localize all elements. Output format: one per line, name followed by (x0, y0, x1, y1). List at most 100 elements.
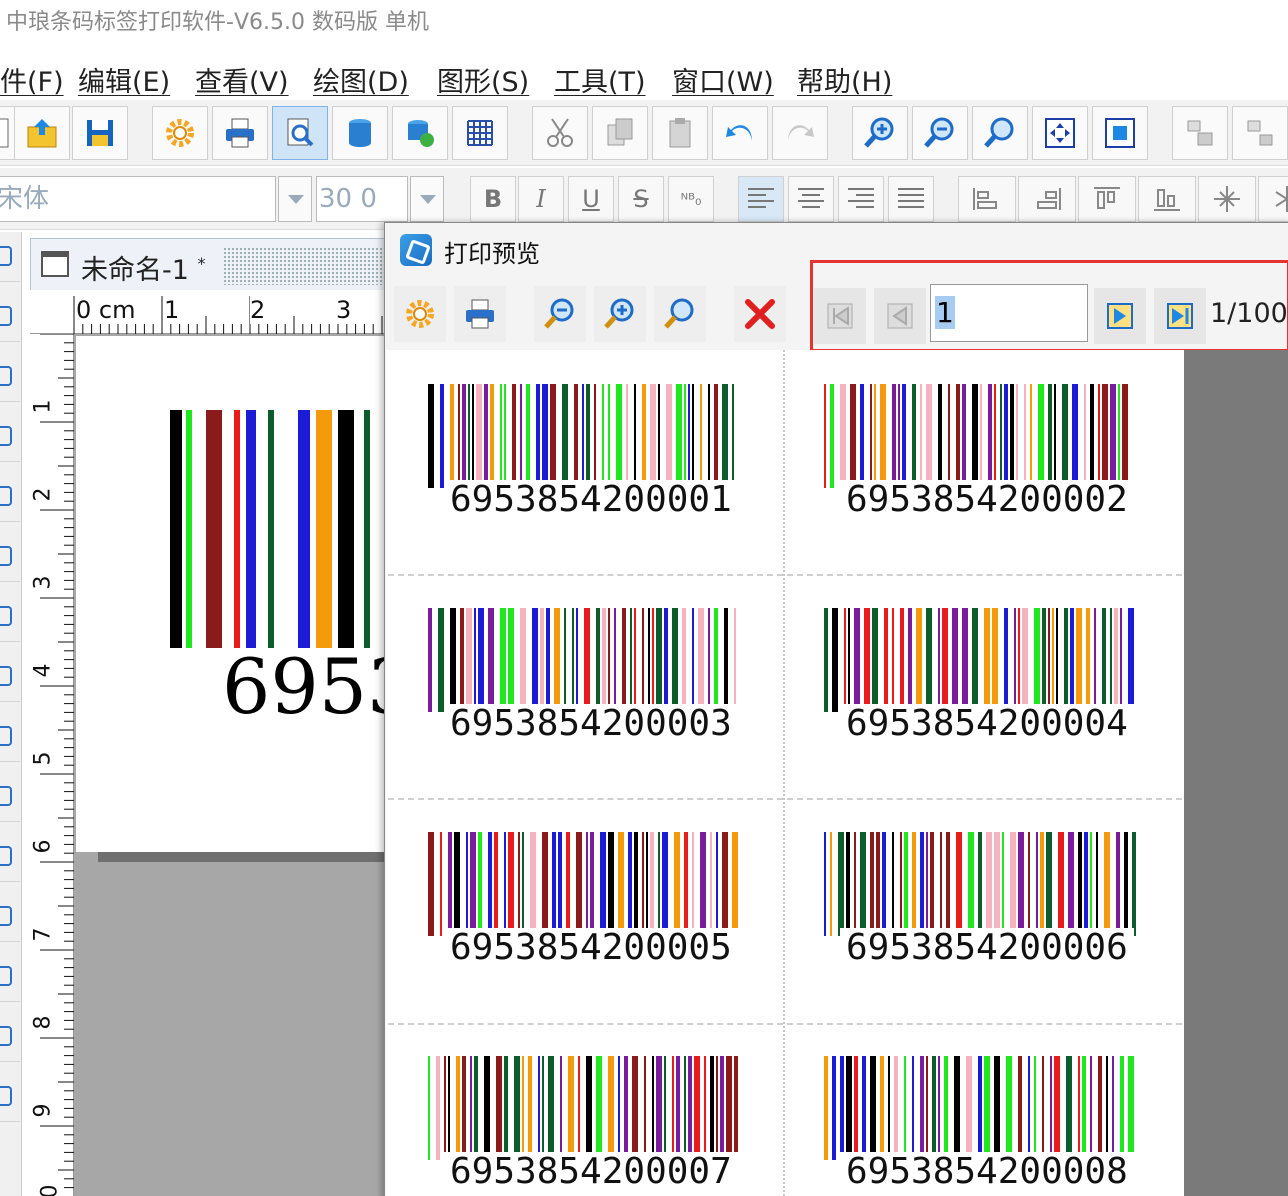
font-size-dropdown[interactable] (410, 176, 444, 222)
zoom-out-button[interactable] (912, 106, 968, 160)
tool-more[interactable] (0, 1072, 20, 1122)
prev-page-button[interactable] (874, 288, 926, 344)
barcode-bar (892, 608, 894, 712)
preview-barcode (428, 384, 734, 488)
align-left-button[interactable] (738, 176, 784, 222)
undo-button[interactable] (712, 106, 768, 160)
tool-table[interactable] (0, 712, 20, 762)
menu-help[interactable]: 帮助(H) (797, 60, 892, 99)
barcode-bar (832, 1056, 836, 1160)
align-bottom-button[interactable] (1138, 176, 1196, 222)
barcode-bar (846, 832, 850, 936)
preview-close-button[interactable] (734, 286, 786, 342)
menu-window[interactable]: 窗口(W) (672, 60, 774, 99)
tool-curve[interactable] (0, 1012, 20, 1062)
tool-barcode[interactable] (0, 532, 20, 582)
barcode-bar (246, 410, 256, 648)
tool-frame[interactable] (0, 892, 20, 942)
superscript-button[interactable]: ᴺᴮ₀ (668, 176, 714, 222)
page-number-input[interactable]: 1 (930, 284, 1088, 342)
copy-button[interactable] (592, 106, 648, 160)
menu-edit[interactable]: 编辑(E) (78, 60, 170, 99)
design-barcode[interactable] (168, 410, 388, 650)
align-top-button[interactable] (1078, 176, 1136, 222)
tool-image[interactable] (0, 592, 20, 642)
barcode-bar (500, 384, 502, 488)
open-button[interactable] (14, 106, 70, 160)
database-config-button[interactable] (392, 106, 448, 160)
font-name-select[interactable]: 宋体 (0, 176, 276, 222)
barcode-bar (436, 1056, 440, 1160)
distribute-left-button[interactable] (958, 176, 1016, 222)
tool-rect[interactable] (0, 412, 20, 462)
save-button[interactable] (72, 106, 128, 160)
redo-button[interactable] (772, 106, 828, 160)
align-center-button[interactable] (788, 176, 834, 222)
menu-draw[interactable]: 绘图(D) (313, 60, 409, 99)
menu-shape[interactable]: 图形(S) (437, 60, 529, 99)
align-right-button[interactable] (838, 176, 884, 222)
tool-ellipse[interactable] (0, 472, 20, 522)
barcode-bar (716, 1056, 718, 1160)
app-window: 中琅条码标签打印软件-V6.5.0 数码版 单机 件(F) 编辑(E) 查看(V… (0, 0, 1288, 1196)
barcode-bar (1086, 608, 1090, 712)
database-button[interactable] (332, 106, 388, 160)
tool-select[interactable] (0, 232, 20, 282)
barcode-bar (692, 384, 694, 488)
document-tab[interactable]: 未命名-1 * (30, 238, 393, 290)
print-button[interactable] (212, 106, 268, 160)
first-page-button[interactable] (814, 288, 866, 344)
barcode-bar (630, 608, 632, 712)
cut-button[interactable] (532, 106, 588, 160)
center-objects-button[interactable] (1198, 176, 1256, 222)
barcode-bar (962, 608, 968, 712)
ungroup-button[interactable] (1232, 106, 1288, 160)
preview-zoom-fit-button[interactable] (654, 286, 706, 342)
document-tab-title: 未命名-1 (81, 255, 189, 286)
next-page-button[interactable] (1094, 288, 1146, 344)
barcode-bar (538, 1056, 540, 1160)
menu-tools[interactable]: 工具(T) (554, 60, 646, 99)
barcode-bar (940, 832, 942, 936)
font-size-select[interactable]: 30 0 (316, 176, 408, 222)
group-button[interactable] (1172, 106, 1228, 160)
grid-button[interactable] (452, 106, 508, 160)
bold-button[interactable]: B (470, 176, 516, 222)
barcode-bar (942, 608, 948, 712)
actual-size-button[interactable] (1092, 106, 1148, 160)
italic-button[interactable]: I (518, 176, 564, 222)
barcode-bar (1000, 384, 1002, 488)
tool-line[interactable] (0, 352, 20, 402)
menu-file[interactable]: 件(F) (0, 60, 64, 99)
print-preview-button[interactable] (272, 106, 328, 160)
menu-view[interactable]: 查看(V) (195, 60, 289, 99)
barcode-bar (726, 1056, 732, 1160)
strikethrough-button[interactable]: S (618, 176, 664, 222)
distribute-objects-button[interactable] (1258, 176, 1288, 222)
barcode-bar (1036, 832, 1038, 936)
barcode-bar (694, 1056, 700, 1160)
fit-page-button[interactable] (1032, 106, 1088, 160)
settings-button[interactable] (152, 106, 208, 160)
paste-button[interactable] (652, 106, 708, 160)
preview-zoom-out-button[interactable] (534, 286, 586, 342)
tool-round-rect[interactable] (0, 772, 20, 822)
preview-zoom-in-button[interactable] (594, 286, 646, 342)
preview-settings-button[interactable] (394, 286, 446, 342)
barcode-bar (214, 410, 222, 648)
last-page-button[interactable] (1154, 288, 1206, 344)
tool-arrow[interactable] (0, 652, 20, 702)
tool-qrcode[interactable] (0, 832, 20, 882)
zoom-fit-button[interactable] (972, 106, 1028, 160)
zoom-in-button[interactable] (852, 106, 908, 160)
barcode-bar (734, 1056, 738, 1160)
preview-label: 6953854200004 (824, 608, 1164, 758)
tool-text[interactable] (0, 292, 20, 342)
distribute-right-button[interactable] (1018, 176, 1076, 222)
align-justify-button[interactable] (888, 176, 934, 222)
underline-button[interactable]: U (568, 176, 614, 222)
preview-print-button[interactable] (454, 286, 506, 342)
barcode-bar (984, 1056, 990, 1160)
tool-polyline[interactable] (0, 952, 20, 1002)
font-name-dropdown[interactable] (278, 176, 312, 222)
